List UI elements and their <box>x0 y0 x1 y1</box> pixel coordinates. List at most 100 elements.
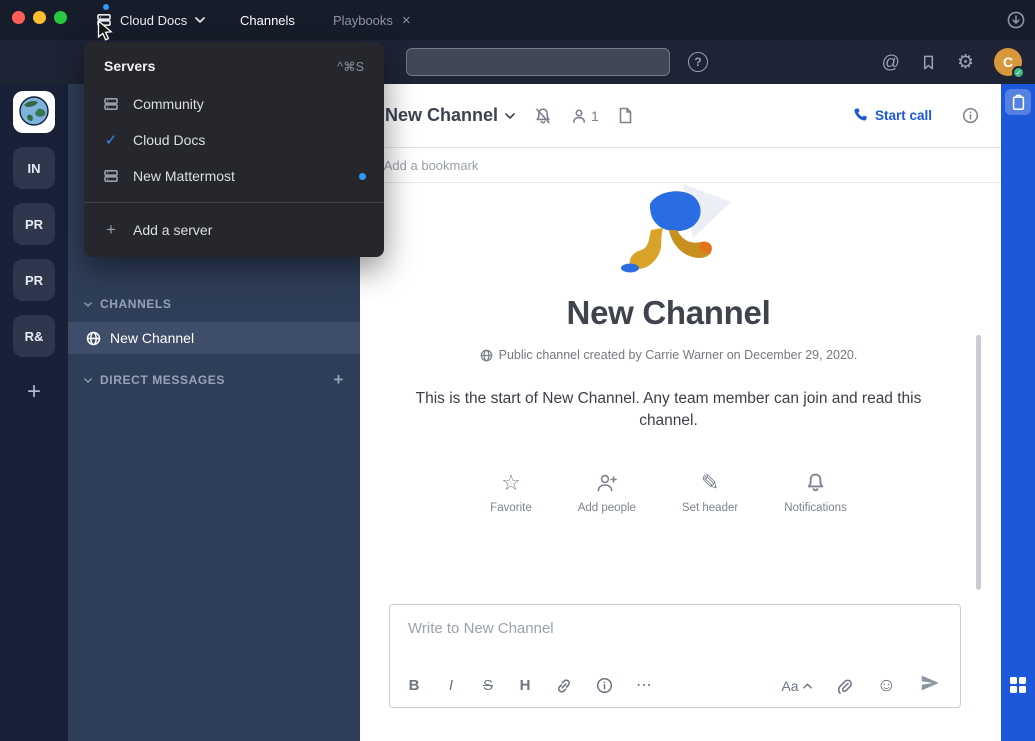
menu-item-new-mattermost[interactable]: New Mattermost <box>84 158 384 194</box>
servers-dropdown-menu: Servers ^⌘S Community ✓ Cloud Docs New M… <box>84 42 384 257</box>
question-icon: ? <box>694 55 701 69</box>
channels-category[interactable]: CHANNELS <box>68 288 360 320</box>
chevron-down-icon <box>195 17 205 23</box>
start-call-button[interactable]: Start call <box>853 107 932 125</box>
saved-posts-button[interactable] <box>920 54 937 71</box>
chevron-down-icon <box>505 113 515 119</box>
sidebar-channel-new-channel[interactable]: New Channel <box>68 322 360 354</box>
check-icon: ✓ <box>102 131 120 149</box>
toggle-formatting-button[interactable]: Aa <box>781 678 811 694</box>
server-icon <box>102 96 120 112</box>
notifications-label: Notifications <box>784 502 847 514</box>
avatar-initial: C <box>1003 54 1013 70</box>
tab-channels[interactable]: Channels <box>240 13 295 28</box>
channel-intro-illustration <box>603 184 735 284</box>
team-initials: R& <box>25 329 44 344</box>
message-input[interactable]: Write to New Channel <box>390 605 960 637</box>
team-tile[interactable]: PR <box>13 203 55 245</box>
direct-messages-category[interactable]: DIRECT MESSAGES + <box>68 364 360 396</box>
tab-channels-label: Channels <box>240 13 295 28</box>
menu-divider <box>84 202 384 203</box>
channel-members-button[interactable]: 1 <box>571 108 599 124</box>
link-icon <box>555 677 573 695</box>
send-message-button[interactable] <box>920 674 940 697</box>
favorite-button[interactable]: ☆ Favorite <box>490 471 532 514</box>
check-icon: ✓ <box>1016 69 1022 77</box>
channel-header-right: Start call <box>853 107 979 125</box>
clipboard-icon <box>1011 94 1026 111</box>
channel-name-label: New Channel <box>110 330 194 346</box>
update-download-button[interactable] <box>1003 7 1029 33</box>
dm-category-label: DIRECT MESSAGES <box>100 373 225 387</box>
minimize-window-button[interactable] <box>33 11 46 24</box>
more-formatting-button[interactable]: ⋯ <box>636 678 652 694</box>
bell-muted-icon <box>534 107 552 125</box>
team-tile[interactable]: IN <box>13 147 55 189</box>
paperclip-icon <box>836 677 853 695</box>
chevron-down-icon <box>84 378 92 383</box>
add-bookmark-label: Add a bookmark <box>384 158 479 173</box>
playbooks-rail-button[interactable] <box>1005 89 1031 115</box>
channel-intro-heading: New Channel <box>360 294 977 332</box>
tab-playbooks[interactable]: Playbooks × <box>333 13 411 28</box>
channel-title: New Channel <box>385 105 498 126</box>
team-initials: PR <box>25 273 43 288</box>
at-icon: @ <box>882 52 900 72</box>
info-icon <box>962 107 979 124</box>
channel-info-button[interactable] <box>962 107 979 124</box>
team-tile[interactable]: PR <box>13 259 55 301</box>
bell-icon <box>805 471 826 495</box>
add-people-button[interactable]: Add people <box>578 471 636 514</box>
member-count: 1 <box>591 108 599 124</box>
send-icon <box>920 674 940 697</box>
scrollbar-thumb[interactable] <box>976 335 981 590</box>
pinned-files-button[interactable] <box>618 107 633 124</box>
close-window-button[interactable] <box>12 11 25 24</box>
plus-icon: + <box>102 220 120 240</box>
italic-button[interactable]: I <box>444 678 458 693</box>
formatting-help-button[interactable] <box>596 677 613 694</box>
bold-button[interactable]: B <box>407 678 421 693</box>
team-tile-active[interactable] <box>13 91 55 133</box>
server-tab-label: Cloud Docs <box>120 13 187 28</box>
add-team-button[interactable]: + <box>13 371 55 413</box>
attach-file-button[interactable] <box>836 677 853 695</box>
search-input[interactable] <box>406 48 670 76</box>
link-button[interactable] <box>555 677 573 695</box>
favorite-label: Favorite <box>490 502 532 514</box>
add-bookmark-bar[interactable]: + Add a bookmark <box>360 148 1001 183</box>
plus-icon: + <box>27 378 41 406</box>
close-tab-icon[interactable]: × <box>402 13 411 28</box>
set-header-button[interactable]: ✎ Set header <box>682 471 738 514</box>
mute-channel-button[interactable] <box>534 107 552 125</box>
add-server-button[interactable]: + Add a server <box>84 211 384 249</box>
globe-icon <box>480 349 493 362</box>
team-tile[interactable]: R& <box>13 315 55 357</box>
menu-item-community[interactable]: Community <box>84 86 384 122</box>
channel-intro: New Channel Public channel created by Ca… <box>360 184 977 514</box>
mentions-button[interactable]: @ <box>882 53 900 71</box>
channel-created-meta: Public channel created by Carrie Warner … <box>360 348 977 362</box>
composer-right-controls: Aa ☺ <box>781 674 940 697</box>
heading-button[interactable]: H <box>518 678 532 693</box>
channel-name-menu[interactable]: New Channel <box>385 105 515 126</box>
user-avatar[interactable]: C ✓ <box>994 48 1022 76</box>
message-placeholder: Write to New Channel <box>408 620 554 637</box>
right-app-rail <box>1001 84 1035 741</box>
channel-created-text: Public channel created by Carrie Warner … <box>499 348 858 362</box>
emoji-button[interactable]: ☺ <box>877 676 896 695</box>
fullscreen-window-button[interactable] <box>54 11 67 24</box>
set-header-label: Set header <box>682 502 738 514</box>
header-actions: @ ⚙ C ✓ <box>882 40 1022 84</box>
chevron-down-icon <box>84 302 92 307</box>
menu-item-cloud-docs[interactable]: ✓ Cloud Docs <box>84 122 384 158</box>
view-tabs: Channels Playbooks × <box>240 0 411 40</box>
settings-button[interactable]: ⚙ <box>957 53 974 72</box>
help-button[interactable]: ? <box>688 52 708 72</box>
notifications-button[interactable]: Notifications <box>784 471 847 514</box>
online-status-badge: ✓ <box>1012 66 1025 79</box>
product-switcher-button[interactable] <box>1009 676 1027 699</box>
strikethrough-button[interactable]: S <box>481 678 495 693</box>
add-direct-message-button[interactable]: + <box>333 370 344 390</box>
team-initials: PR <box>25 217 43 232</box>
